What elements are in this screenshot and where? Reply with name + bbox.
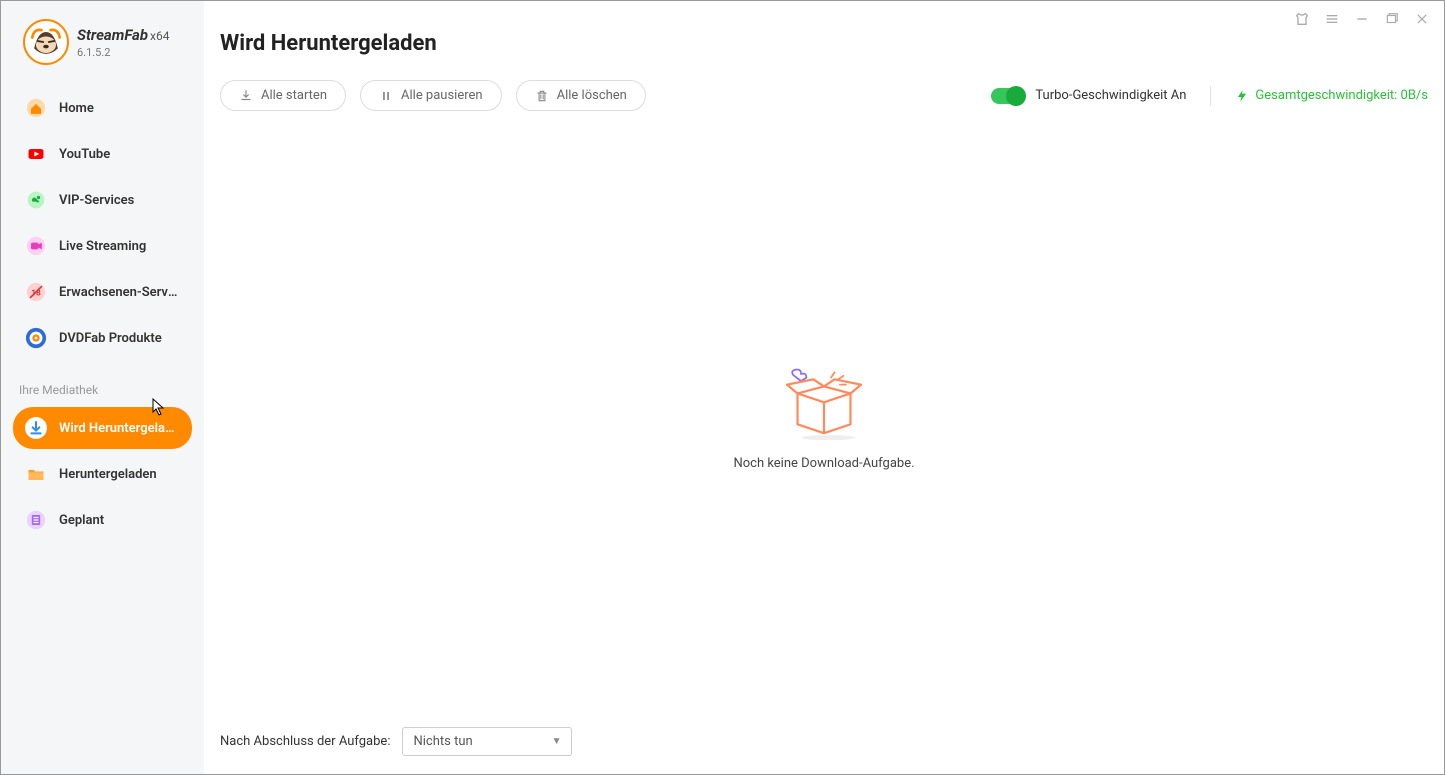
bolt-icon [1235,89,1249,103]
sidebar-item-label: Geplant [59,513,104,528]
empty-text: Noch keine Download-Aufgabe. [733,456,914,471]
turbo-label: Turbo-Geschwindigkeit An [1035,88,1186,103]
app-logo-icon [23,19,69,65]
main-nav: Home YouTube VIP-Services Live Streaming [1,85,204,361]
folder-icon [25,463,47,485]
sidebar-item-label: Heruntergeladen [59,467,157,482]
button-label: Alle löschen [557,88,627,103]
tshirt-icon[interactable] [1294,11,1310,27]
sidebar-item-label: DVDFab Produkte [59,331,162,346]
download-icon [239,89,253,103]
sidebar-item-dvdfab[interactable]: DVDFab Produkte [13,317,192,359]
sidebar-item-adult[interactable]: 18 Erwachsenen-Servi... [13,271,192,313]
app-arch: x64 [150,29,169,43]
sidebar-item-scheduled[interactable]: Geplant [13,499,192,541]
sidebar-item-vip[interactable]: VIP-Services [13,179,192,221]
youtube-icon [25,143,47,165]
empty-box-icon [779,367,869,442]
toolbar: Alle starten Alle pausieren Alle löschen… [204,56,1444,111]
close-icon[interactable] [1414,11,1430,27]
main-content: Wird Heruntergeladen Alle starten Alle p… [204,1,1444,774]
sidebar-item-label: VIP-Services [59,193,134,208]
sidebar-item-youtube[interactable]: YouTube [13,133,192,175]
speed-label: Gesamtgeschwindigkeit: 0B/s [1255,88,1428,103]
footer-label: Nach Abschluss der Aufgabe: [220,734,390,749]
delete-all-button[interactable]: Alle löschen [516,80,646,111]
footer: Nach Abschluss der Aufgabe: Nichts tun ▼ [204,727,1444,774]
turbo-toggle[interactable] [991,88,1025,104]
maximize-icon[interactable] [1384,11,1400,27]
window-controls [1294,11,1430,27]
total-speed: Gesamtgeschwindigkeit: 0B/s [1235,88,1428,103]
select-value: Nichts tun [413,734,472,749]
svg-text:18: 18 [31,288,41,298]
empty-state: Noch keine Download-Aufgabe. [204,111,1444,727]
pause-icon [379,89,393,103]
schedule-icon [25,509,47,531]
sidebar-item-label: Home [59,101,94,116]
menu-icon[interactable] [1324,11,1340,27]
sidebar: StreamFabx64 6.1.5.2 Home YouTube [1,1,204,774]
sidebar-item-label: Erwachsenen-Servi... [59,285,180,300]
after-complete-select[interactable]: Nichts tun ▼ [402,727,572,756]
sidebar-item-downloading[interactable]: Wird Heruntergeladen [13,407,192,449]
button-label: Alle starten [261,88,327,103]
dvdfab-icon [25,327,47,349]
button-label: Alle pausieren [401,88,483,103]
trash-icon [535,89,549,103]
minimize-icon[interactable] [1354,11,1370,27]
sidebar-item-downloaded[interactable]: Heruntergeladen [13,453,192,495]
sidebar-item-label: YouTube [59,147,110,162]
vip-icon [25,189,47,211]
chevron-down-icon: ▼ [552,736,562,747]
sidebar-item-live[interactable]: Live Streaming [13,225,192,267]
sidebar-item-label: Wird Heruntergeladen [59,421,180,436]
sidebar-item-label: Live Streaming [59,239,146,254]
divider [1210,86,1211,106]
app-version: 6.1.5.2 [77,46,169,59]
page-title: Wird Heruntergeladen [204,1,1444,56]
library-nav: Wird Heruntergeladen Heruntergeladen Gep… [1,405,204,543]
download-icon [25,417,47,439]
live-icon [25,235,47,257]
turbo-toggle-wrap: Turbo-Geschwindigkeit An [991,88,1186,104]
app-name: StreamFab [77,26,148,44]
sidebar-item-home[interactable]: Home [13,87,192,129]
start-all-button[interactable]: Alle starten [220,80,346,111]
sidebar-section-label: Ihre Mediathek [1,361,204,405]
adult-icon: 18 [25,281,47,303]
app-logo-block: StreamFabx64 6.1.5.2 [1,19,204,85]
pause-all-button[interactable]: Alle pausieren [360,80,502,111]
home-icon [25,97,47,119]
